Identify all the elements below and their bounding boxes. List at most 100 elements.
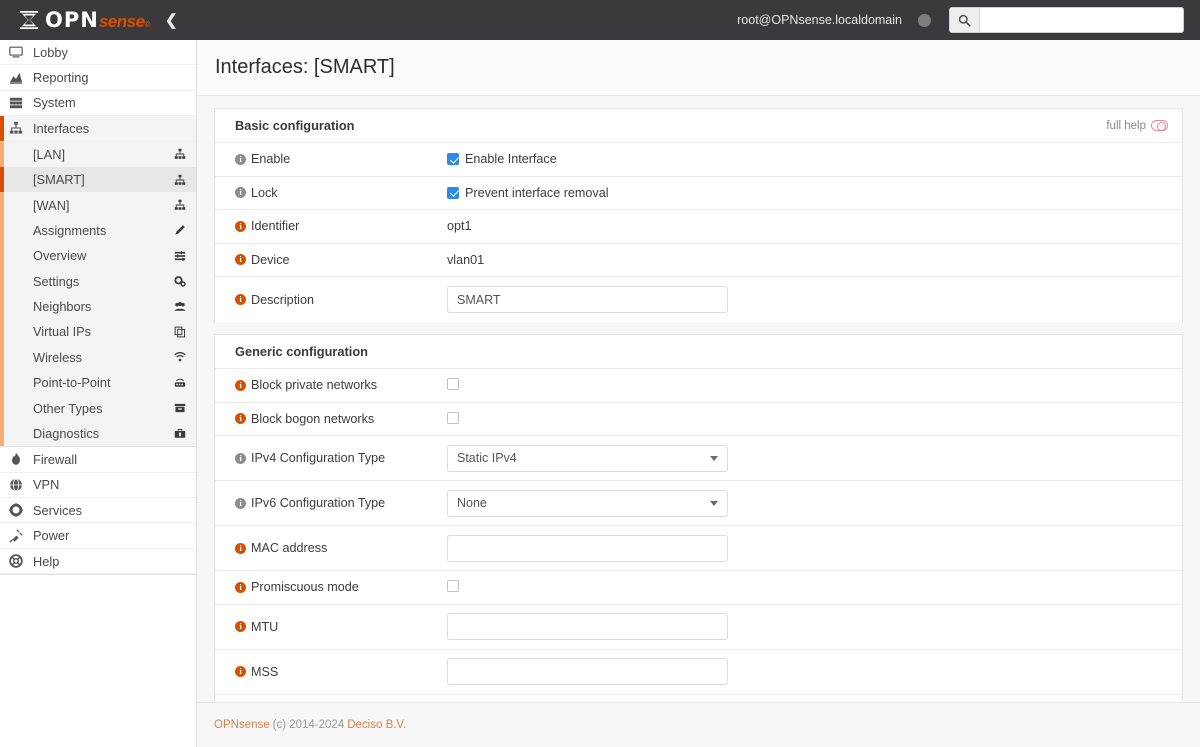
footer-copyright: (c) 2014-2024 [272,719,345,731]
sidebar-navigation: Lobby Reporting System Interfaces [LAN] … [0,40,197,747]
cog-icon [9,503,29,517]
sidebar-item-wan[interactable]: [WAN] [0,192,196,219]
page-header: Interfaces: [SMART] [197,40,1200,96]
form-row-enable: Enable Enable Interface [215,143,1182,177]
info-icon[interactable] [235,497,246,509]
info-icon[interactable] [235,220,246,232]
plug-icon [9,529,29,543]
field-label-mac-address: MAC address [215,541,447,555]
prevent-removal-checkbox[interactable] [447,186,459,199]
full-help-toggle[interactable]: full help [1106,120,1168,132]
sidebar-item-virtual-ips[interactable]: Virtual IPs [0,319,196,346]
page-title: Interfaces: [SMART] [215,56,395,78]
sidebar-item-point-to-point[interactable]: Point-to-Point [0,370,196,396]
field-label-ipv6-type: IPv6 Configuration Type [215,496,447,510]
form-row-lock: Lock Prevent interface removal [215,177,1182,210]
info-icon[interactable] [235,253,246,265]
info-icon[interactable] [235,665,246,677]
sidebar-subitem-label: Point-to-Point [33,375,111,391]
sidebar-item-label: Firewall [33,451,78,467]
sidebar-subitem-label: Wireless [33,349,83,365]
chart-area-icon [9,71,29,85]
sidebar-item-firewall[interactable]: Firewall [0,447,196,473]
field-label-enable: Enable [215,152,447,166]
label-text: MAC address [251,541,328,555]
toolbox-icon [174,428,186,440]
logo-sense-text: sense [98,11,145,31]
field-label-mss: MSS [215,665,447,679]
field-label-lock: Lock [215,186,447,200]
block-private-networks-checkbox[interactable] [447,378,459,390]
sidebar-item-smart[interactable]: [SMART] [0,166,196,193]
form-row-mss: MSS [215,650,1182,695]
mss-input[interactable] [447,658,728,685]
generic-configuration-header: Generic configuration [215,335,1182,369]
sidebar-item-other-types[interactable]: Other Types [0,395,196,422]
sidebar-item-help[interactable]: Help [0,549,196,575]
label-text: IPv6 Configuration Type [251,496,386,510]
info-icon[interactable] [235,412,246,424]
field-label-identifier: Identifier [215,219,447,233]
sidebar-subitem-label: Diagnostics [33,426,100,442]
sidebar-item-vpn[interactable]: VPN [0,473,196,499]
ipv6-configuration-type-select[interactable]: None [447,489,728,517]
sidebar-item-assignments[interactable]: Assignments [0,217,196,244]
chevron-left-icon[interactable]: ❮ [158,9,185,32]
sidebar-item-lobby[interactable]: Lobby [0,40,196,66]
sidebar-item-reporting[interactable]: Reporting [0,65,196,91]
opnsense-hourglass-icon [20,11,38,29]
info-icon[interactable] [235,153,246,165]
sidebar-subitem-label: Virtual IPs [33,324,92,340]
info-icon[interactable] [235,452,246,464]
footer-vendor-link[interactable]: Deciso B.V. [347,719,406,731]
search-icon[interactable] [950,8,980,32]
sidebar-item-system[interactable]: System [0,91,196,117]
enable-interface-checkbox[interactable] [447,153,459,165]
sidebar-item-lan[interactable]: [LAN] [0,141,196,168]
sidebar-item-label: System [33,95,76,111]
ipv4-configuration-type-select[interactable]: Static IPv4 [447,444,728,472]
sidebar-subitem-label: Neighbors [33,299,92,315]
sidebar-subitem-label: [SMART] [33,172,85,188]
sidebar-item-diagnostics[interactable]: Diagnostics [0,420,196,447]
search-group[interactable] [949,7,1184,33]
top-header-bar: OPN sense ® ❮ root@OPNsense.localdomain [0,0,1200,40]
sidebar-item-power[interactable]: Power [0,523,196,549]
label-text: IPv4 Configuration Type [251,451,386,465]
info-icon[interactable] [235,620,246,632]
panels-container: Basic configuration full help Enable Ena… [197,96,1200,729]
desktop-icon [9,45,29,59]
info-icon[interactable] [235,379,246,391]
toggle-off-icon[interactable] [1151,120,1168,131]
description-input[interactable] [447,286,728,313]
mac-address-input[interactable] [447,534,728,562]
sidebar-subitem-label: Settings [33,273,80,289]
brand-logo[interactable]: OPN sense ® [0,0,150,40]
info-icon[interactable] [235,581,246,593]
mtu-input[interactable] [447,613,728,640]
search-input[interactable] [980,8,1183,32]
sidebar-item-overview[interactable]: Overview [0,243,196,269]
sitemap-icon [174,148,186,160]
sidebar-item-wireless[interactable]: Wireless [0,344,196,371]
info-icon[interactable] [235,186,246,198]
sidebar-item-services[interactable]: Services [0,498,196,524]
footer-product-link[interactable]: OPNsense [214,719,270,731]
promiscuous-mode-checkbox[interactable] [447,580,459,592]
block-bogon-networks-checkbox[interactable] [447,411,459,424]
copy-icon [174,326,186,338]
field-value-identifier: opt1 [447,219,472,233]
label-text: Enable [251,152,291,166]
form-row-block-private: Block private networks [215,369,1182,403]
info-icon[interactable] [235,293,246,305]
basic-configuration-panel: Basic configuration full help Enable Ena… [214,108,1183,322]
main-content: Interfaces: [SMART] Basic configuration … [197,40,1200,747]
sidebar-item-settings[interactable]: Settings [0,268,196,295]
status-dot[interactable] [918,13,931,27]
sidebar-item-neighbors[interactable]: Neighbors [0,293,196,320]
field-value-block-bogon [447,411,1182,424]
info-icon[interactable] [235,542,246,554]
label-text: Promiscuous mode [251,580,359,594]
sidebar-item-interfaces[interactable]: Interfaces [0,116,196,142]
label-text: MTU [251,619,279,634]
